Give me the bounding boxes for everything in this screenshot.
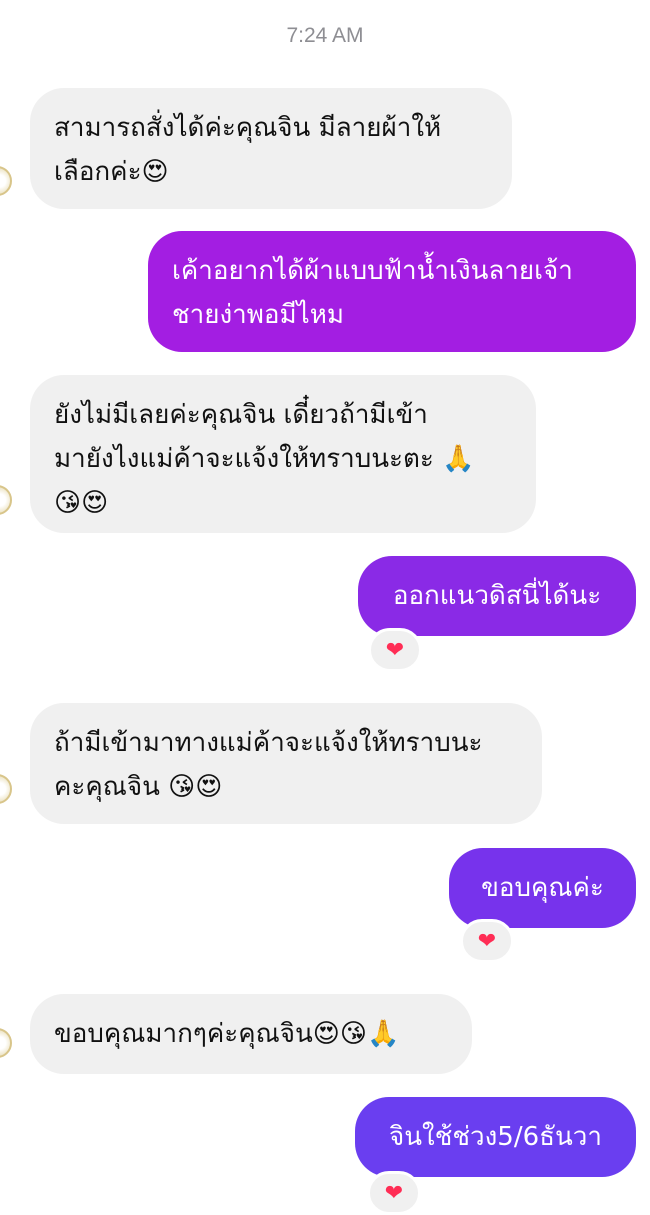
sender-avatar[interactable] [0,166,12,196]
sender-avatar[interactable] [0,485,12,515]
outgoing-message-bubble[interactable]: ออกแนวดิสนี่ได้นะ [358,556,636,636]
heart-reaction-icon[interactable]: ❤ [367,1171,421,1215]
incoming-message-bubble[interactable]: ถ้ามีเข้ามาทางแม่ค้าจะแจ้งให้ทราบนะ คะคุ… [30,703,542,824]
sender-avatar[interactable] [0,1028,12,1058]
heart-reaction-icon[interactable]: ❤ [368,628,422,672]
outgoing-message-bubble[interactable]: จินใช้ช่วง5/6ธันวา [355,1097,636,1177]
incoming-message-bubble[interactable]: สามารถสั่งได้ค่ะคุณจิน มีลายผ้าให้ เลือก… [30,88,512,209]
outgoing-message-bubble[interactable]: ขอบคุณค่ะ [449,848,636,928]
timestamp: 7:24 AM [286,24,364,47]
outgoing-message-bubble[interactable]: เค้าอยากได้ผ้าแบบฟ้าน้ำเงินลายเจ้า ชายง่… [148,231,636,352]
incoming-message-bubble[interactable]: ขอบคุณมากๆค่ะคุณจิน😍😘🙏 [30,994,472,1074]
heart-reaction-icon[interactable]: ❤ [460,919,514,963]
sender-avatar[interactable] [0,774,12,804]
incoming-message-bubble[interactable]: ยังไม่มีเลยค่ะคุณจิน เดี๋ยวถ้ามีเข้า มาย… [30,375,536,533]
